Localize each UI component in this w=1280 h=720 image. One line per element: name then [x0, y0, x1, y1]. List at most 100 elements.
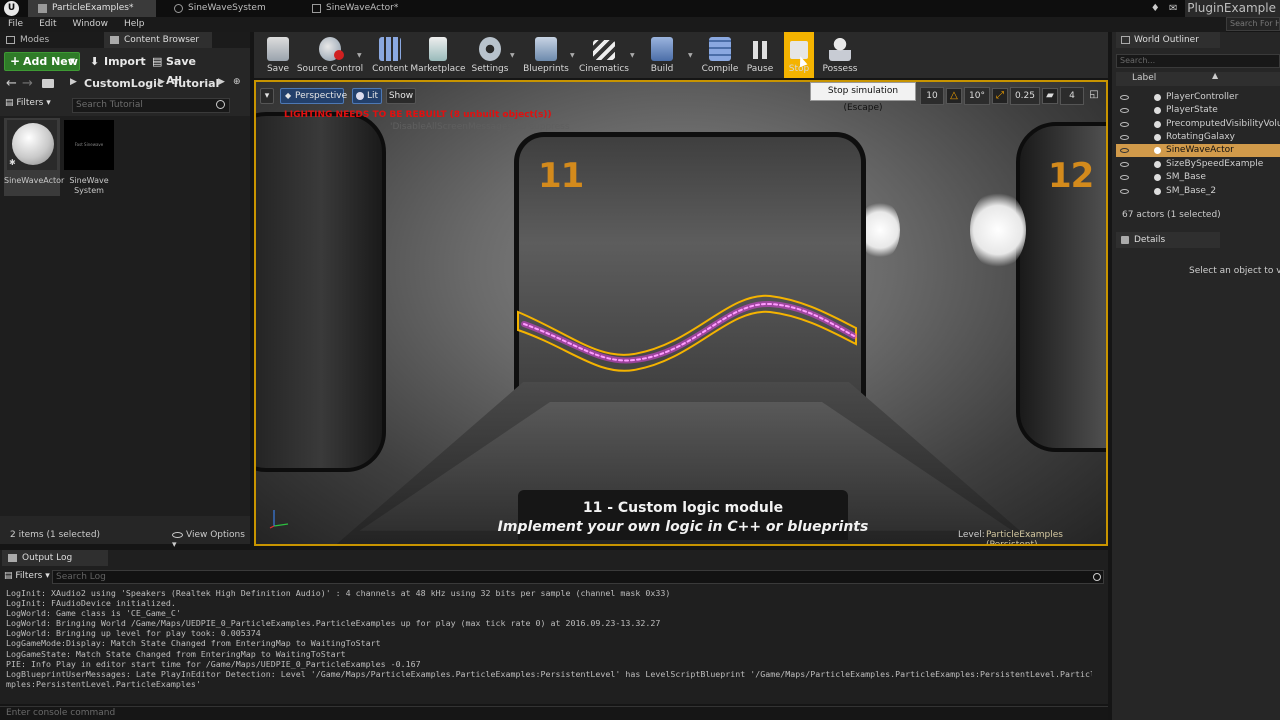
chevron-down-icon[interactable]: ▼	[688, 52, 693, 59]
add-new-button[interactable]: + Add New ▼	[4, 52, 80, 71]
tab-sinewave-actor[interactable]: SineWaveActor*	[302, 0, 432, 17]
chevron-down-icon[interactable]: ▼	[357, 52, 362, 59]
camera-speed-icon[interactable]: ▰	[1042, 88, 1058, 104]
log-output[interactable]: LogInit: XAudio2 using 'Speakers (Realte…	[0, 588, 1108, 700]
log-line: LogWorld: Bringing up level for play too…	[6, 628, 261, 639]
column-label[interactable]: Label	[1132, 73, 1156, 83]
outliner-row-playercontroller[interactable]: PlayerController	[1116, 91, 1280, 104]
visibility-eye-icon[interactable]	[1120, 148, 1129, 153]
sine-wave-particles[interactable]	[514, 290, 860, 372]
folder-icon[interactable]	[42, 79, 54, 88]
rotation-snap-icon[interactable]: △	[946, 88, 962, 104]
visibility-eye-icon[interactable]	[1120, 162, 1129, 167]
tab-sinewave-system[interactable]: SineWaveSystem	[164, 0, 294, 17]
save-tool-button[interactable]: Save	[254, 32, 302, 78]
pause-button[interactable]: Pause	[736, 32, 784, 78]
title-bar: U ParticleExamples* SineWaveSystem SineW…	[0, 0, 1280, 17]
room-number-left: 11	[538, 156, 584, 196]
asset-sinewave-actor[interactable]: ✱ SineWaveActor	[4, 118, 64, 196]
import-button[interactable]: ⬇ Import	[88, 52, 146, 71]
outliner-row-sinewaveactor[interactable]: SineWaveActor	[1116, 144, 1280, 157]
lock-icon[interactable]: ⊕	[233, 77, 241, 87]
search-help-input[interactable]: Search For H	[1226, 17, 1280, 31]
content-browser-icon	[110, 36, 119, 44]
view-options-button[interactable]: View Options ▾	[172, 530, 250, 550]
search-log-input[interactable]: Search Log	[52, 570, 1104, 584]
sort-ascending-icon[interactable]: ▲	[1212, 71, 1218, 80]
outliner-row-precomputedvisibilityvolume[interactable]: PrecomputedVisibilityVolume	[1116, 118, 1280, 131]
outliner-row-playerstate[interactable]: PlayerState	[1116, 104, 1280, 117]
blueprints-button[interactable]: Blueprints ▼	[522, 32, 575, 78]
asset-sinewave-system[interactable]: Fast Sinewave SineWave System	[61, 118, 117, 196]
visibility-eye-icon[interactable]	[1120, 135, 1129, 140]
chevron-down-icon[interactable]: ▼	[570, 52, 575, 59]
show-button[interactable]: Show	[386, 88, 416, 104]
rotation-snap-value[interactable]: 10°	[964, 87, 990, 105]
tab-content-browser[interactable]: Content Browser	[104, 32, 212, 48]
chevron-down-icon[interactable]: ▼	[510, 52, 515, 59]
filters-button[interactable]: ▤ Filters ▾	[5, 98, 51, 108]
save-icon	[267, 37, 289, 61]
actor-icon	[1154, 94, 1161, 101]
camera-speed-value[interactable]: 4	[1060, 87, 1084, 105]
grid-snap-value[interactable]: 10	[920, 87, 944, 105]
perspective-button[interactable]: ◆ Perspective	[280, 88, 347, 104]
asset-thumbnail: Fast Sinewave	[64, 120, 114, 170]
save-all-button[interactable]: ▤ Save All	[150, 52, 212, 87]
outliner-row-sm-base-2[interactable]: SM_Base_2	[1116, 185, 1280, 198]
cinematics-button[interactable]: Cinematics ▼	[579, 32, 635, 78]
outliner-row-sm-base[interactable]: SM_Base	[1116, 171, 1280, 184]
tab-world-outliner[interactable]: World Outliner	[1116, 32, 1220, 48]
scene-light	[860, 200, 900, 260]
scale-snap-value[interactable]: 0.25	[1009, 87, 1040, 105]
feedback-icon[interactable]: ✉	[1167, 3, 1179, 15]
source-control-button[interactable]: Source Control ▼	[297, 32, 363, 78]
menu-help[interactable]: Help	[116, 17, 153, 32]
notification-icon[interactable]: ♦	[1149, 3, 1161, 15]
outliner-row-sizebyspeedexample[interactable]: SizeBySpeedExample	[1116, 158, 1280, 171]
actor-icon	[1154, 174, 1161, 181]
console-command-input[interactable]: Enter console command	[0, 706, 1108, 720]
tab-particle-examples[interactable]: ParticleExamples*	[28, 0, 156, 17]
title-bar-right: ♦ ✉ PluginExample	[1149, 0, 1280, 17]
tab-output-log[interactable]: Output Log	[2, 550, 108, 566]
visibility-eye-icon[interactable]	[1120, 108, 1129, 113]
search-tutorial-input[interactable]: Search Tutorial	[72, 98, 230, 113]
tab-modes[interactable]: Modes	[0, 32, 100, 48]
viewport-options-button[interactable]: ▾	[260, 88, 274, 104]
breadcrumb-tutorial[interactable]: Tutorial	[172, 77, 219, 90]
log-line: LogInit: XAudio2 using 'Speakers (Realte…	[6, 588, 671, 598]
forward-arrow-icon[interactable]: →	[22, 76, 33, 91]
actor-icon	[1154, 161, 1161, 168]
visibility-eye-icon[interactable]	[1120, 95, 1129, 100]
gear-icon	[479, 37, 501, 61]
build-button[interactable]: Build ▼	[638, 32, 693, 78]
menu-edit[interactable]: Edit	[31, 17, 64, 32]
stop-button[interactable]: Stop	[784, 32, 814, 78]
log-filters-button[interactable]: ▤ Filters ▾	[4, 571, 50, 581]
favorite-star-icon: ✱	[9, 158, 16, 167]
build-icon	[651, 37, 673, 61]
particle-system-icon	[174, 4, 183, 13]
import-icon: ⬇	[90, 55, 100, 68]
visibility-eye-icon[interactable]	[1120, 122, 1129, 127]
outliner-search-input[interactable]: Search...	[1116, 54, 1280, 68]
settings-button[interactable]: Settings ▼	[466, 32, 515, 78]
outliner-header: Label ▲	[1116, 71, 1280, 86]
possess-button[interactable]: Possess	[816, 32, 864, 78]
level-viewport[interactable]: 11 12 ▾ ◆ Perspective Lit Show LIGHTING …	[254, 80, 1108, 546]
marketplace-button[interactable]: Marketplace	[410, 32, 466, 78]
back-arrow-icon[interactable]: ←	[6, 76, 17, 91]
maximize-icon[interactable]: ◱	[1086, 88, 1102, 104]
menu-window[interactable]: Window	[65, 17, 117, 32]
lit-button[interactable]: Lit	[352, 88, 382, 104]
tab-details[interactable]: Details	[1116, 232, 1220, 248]
menu-file[interactable]: File	[0, 17, 31, 32]
breadcrumb-customlogic[interactable]: CustomLogic	[84, 77, 163, 90]
visibility-eye-icon[interactable]	[1120, 175, 1129, 180]
chevron-down-icon[interactable]: ▼	[630, 52, 635, 59]
visibility-eye-icon[interactable]	[1120, 189, 1129, 194]
content-button[interactable]: Content	[366, 32, 414, 78]
scale-snap-icon[interactable]: ⤢	[991, 88, 1008, 104]
outliner-row-rotatinggalaxy[interactable]: RotatingGalaxy	[1116, 131, 1280, 144]
